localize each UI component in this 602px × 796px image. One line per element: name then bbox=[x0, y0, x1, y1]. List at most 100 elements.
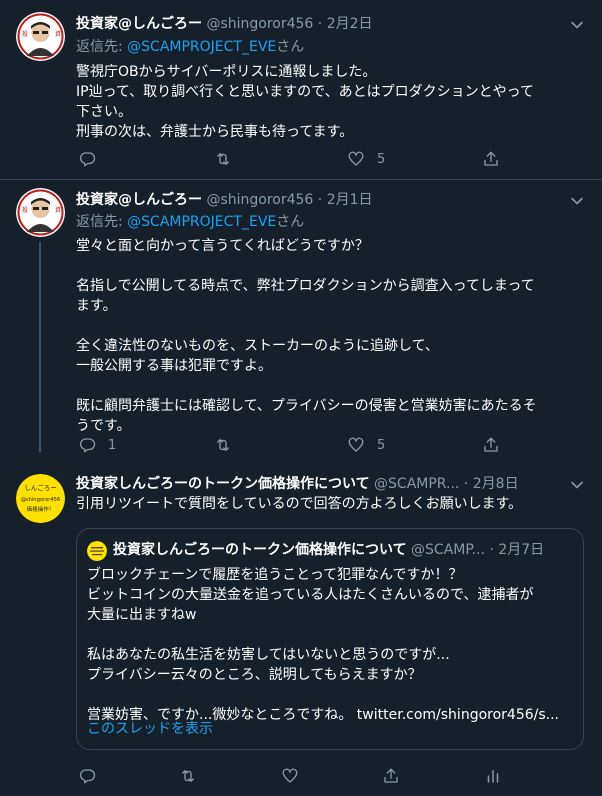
user-handle[interactable]: @shingoror456 bbox=[206, 192, 313, 208]
tweet-text: 堂々と面と向かって言うてくればどうですか？ 名指しで公開してる時点で、弊社プロダ… bbox=[76, 236, 582, 436]
retweet-button[interactable] bbox=[179, 766, 197, 786]
share-button[interactable] bbox=[382, 766, 400, 786]
tweet-1[interactable]: 投 資 投資家@しんごろー @shingoror456 · 2月2日 返信先: … bbox=[0, 0, 602, 176]
retweet-icon bbox=[182, 770, 194, 782]
tweet-header: 投資家しんごろーのトークン価格操作について @SCAMPR... · 2月8日 bbox=[76, 474, 519, 494]
tweet-line: 既に顧問弁護士には確認して、プライバシーの侵害と営業妨害にあたるそ bbox=[76, 398, 537, 414]
share-icon bbox=[384, 768, 398, 783]
reply-suffix: さん bbox=[276, 214, 305, 230]
analytics-icon bbox=[487, 770, 499, 783]
like-count: 5 bbox=[377, 151, 386, 167]
quoted-handle: @SCAMP... bbox=[411, 542, 485, 558]
quoted-tweet[interactable]: 投資家しんごろーのトークン価格操作について @SCAMP... · 2月7日 ブ… bbox=[76, 528, 584, 750]
tweet-text: 警視庁OBからサイバーポリスに通報しました。 IP辿って、取り調べ行くと思います… bbox=[76, 62, 582, 142]
tweet-line: 全く違法性のないものを、ストーカーのように追跡して、 bbox=[76, 338, 439, 354]
chevron-down-icon[interactable] bbox=[568, 16, 586, 34]
tweet-line: うです。 bbox=[76, 418, 131, 434]
retweet-icon bbox=[217, 153, 229, 165]
thread-connector-line bbox=[39, 242, 41, 452]
tweet-header: 投資家@しんごろー @shingoror456 · 2月1日 bbox=[76, 190, 373, 210]
reply-icon bbox=[79, 769, 96, 784]
tweet-line: 下さい。 bbox=[76, 104, 132, 120]
share-icon bbox=[484, 151, 498, 166]
tweet-line: 堂々と面と向かって言うてくればどうですか？ bbox=[76, 238, 369, 254]
share-button[interactable] bbox=[482, 149, 500, 169]
svg-text:資: 資 bbox=[55, 206, 61, 214]
separator-dot: · bbox=[489, 542, 494, 558]
quoted-text: ブロックチェーンで履歴を追うことって犯罪なんですか！？ ビットコインの大量送金を… bbox=[87, 565, 575, 725]
share-icon bbox=[484, 437, 498, 452]
like-button[interactable] bbox=[281, 766, 299, 786]
display-name[interactable]: 投資家しんごろーのトークン価格操作について bbox=[76, 476, 370, 492]
quoted-line: ブロックチェーンで履歴を追うことって犯罪なんですか！？ bbox=[87, 567, 463, 583]
avatar[interactable]: 投 資 bbox=[16, 188, 65, 237]
like-button[interactable]: 5 bbox=[347, 149, 385, 169]
reply-button[interactable] bbox=[78, 766, 96, 786]
reply-icon bbox=[79, 438, 96, 453]
like-count: 5 bbox=[377, 437, 386, 453]
tweet-line: 警視庁OBからサイバーポリスに通報しました。 bbox=[76, 64, 377, 80]
reply-button[interactable] bbox=[78, 149, 108, 169]
chevron-down-icon[interactable] bbox=[568, 192, 586, 210]
quoted-line: 私はあなたの私生活を妨害してはいないと思うのですが... bbox=[87, 647, 450, 663]
reply-suffix: さん bbox=[276, 39, 305, 55]
tweet-line: IP辿って、取り調べ行くと思いますので、あとはプロダクションとやって bbox=[76, 84, 534, 100]
share-button[interactable] bbox=[482, 435, 500, 455]
user-handle[interactable]: @shingoror456 bbox=[206, 16, 313, 32]
user-handle[interactable]: @SCAMPR... bbox=[374, 476, 459, 492]
svg-text:投: 投 bbox=[22, 30, 28, 38]
tweet-actions bbox=[76, 766, 506, 786]
tweet-date[interactable]: 2月2日 bbox=[327, 16, 373, 32]
quoted-avatar bbox=[87, 541, 107, 561]
reply-icon bbox=[79, 152, 96, 167]
quoted-display-name: 投資家しんごろーのトークン価格操作について bbox=[113, 542, 407, 558]
reply-context: 返信先: @SCAMPROJECT_EVEさん bbox=[76, 212, 304, 232]
heart-icon bbox=[282, 768, 298, 783]
tweet-line: 名指しで公開してる時点で、弊社プロダクションから調査入ってしまって bbox=[76, 278, 535, 294]
show-thread-link[interactable]: このスレッドを表示 bbox=[87, 719, 213, 739]
reply-mention-link[interactable]: @SCAMPROJECT_EVE bbox=[127, 214, 276, 230]
tweet-date[interactable]: 2月8日 bbox=[473, 476, 519, 492]
tweet-line: 引用リツイートで質問をしているので回答の方よろしくお願いします。 bbox=[76, 496, 523, 512]
separator-dot: · bbox=[317, 192, 323, 208]
separator-dot: · bbox=[317, 16, 323, 32]
reply-prefix: 返信先: bbox=[76, 39, 128, 55]
reply-button[interactable]: 1 bbox=[78, 435, 116, 455]
chevron-down-icon[interactable] bbox=[568, 476, 586, 494]
quoted-line: プライバシー云々のところ、説明してもらえますか？ bbox=[87, 667, 422, 683]
avatar[interactable]: しんごろー @shingoror456 価格操作！ bbox=[16, 474, 65, 523]
svg-text:資: 資 bbox=[55, 30, 61, 38]
reply-context: 返信先: @SCAMPROJECT_EVEさん bbox=[76, 37, 304, 57]
tweet-line: ます。 bbox=[76, 298, 117, 314]
avatar-text-line: しんごろー bbox=[24, 483, 57, 492]
tweet-line: 刑事の次は、弁護士から民事も待ってます。 bbox=[76, 124, 354, 140]
avatar-text-line: 価格操作！ bbox=[27, 505, 55, 513]
reply-mention-link[interactable]: @SCAMPROJECT_EVE bbox=[127, 39, 276, 55]
tweet-2[interactable]: 投 資 投資家@しんごろー @shingoror456 · 2月1日 返信先: … bbox=[0, 180, 602, 466]
quoted-line: 大量に出ますねw bbox=[87, 607, 197, 623]
retweet-button[interactable] bbox=[214, 435, 244, 455]
tweet-line: 一般公開する事は犯罪ですよ。 bbox=[76, 358, 272, 374]
display-name[interactable]: 投資家@しんごろー bbox=[76, 192, 202, 208]
display-name[interactable]: 投資家@しんごろー bbox=[76, 16, 202, 32]
retweet-button[interactable] bbox=[214, 149, 244, 169]
reply-count: 1 bbox=[108, 437, 117, 453]
tweet-actions: 1 5 bbox=[76, 435, 506, 455]
quoted-header: 投資家しんごろーのトークン価格操作について @SCAMP... · 2月7日 bbox=[113, 540, 544, 560]
analytics-button[interactable] bbox=[484, 766, 502, 786]
heart-icon bbox=[348, 151, 364, 166]
tweet-3[interactable]: しんごろー @shingoror456 価格操作！ 投資家しんごろーのトークン価… bbox=[0, 466, 602, 796]
svg-text:投: 投 bbox=[22, 206, 28, 214]
tweet-actions: 5 bbox=[76, 149, 506, 169]
like-button[interactable]: 5 bbox=[347, 435, 385, 455]
avatar[interactable]: 投 資 bbox=[16, 12, 65, 61]
tweet-text: 引用リツイートで質問をしているので回答の方よろしくお願いします。 bbox=[76, 494, 582, 514]
retweet-icon bbox=[217, 439, 229, 451]
tweet-date[interactable]: 2月1日 bbox=[327, 192, 373, 208]
heart-icon bbox=[348, 437, 364, 452]
